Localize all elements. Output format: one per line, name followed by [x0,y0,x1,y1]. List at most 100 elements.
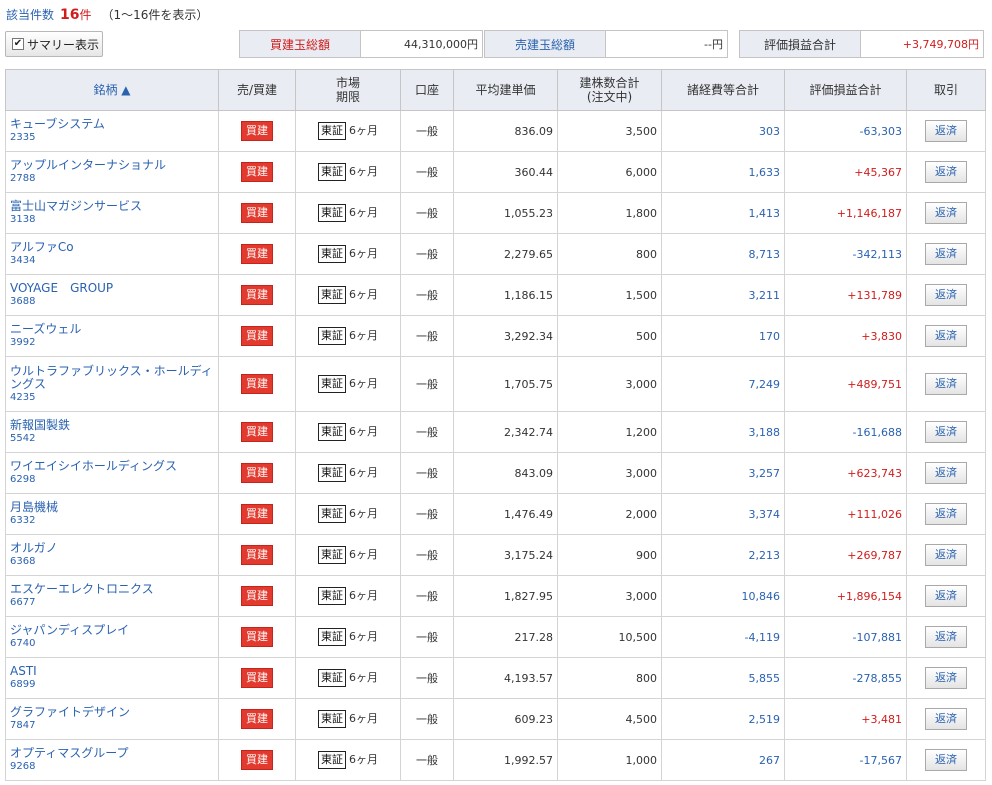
trade-cell: 返済 [906,575,986,617]
stock-cell: グラファイトデザイン 7847 [5,698,219,740]
trade-cell: 返済 [906,233,986,275]
fees-cell: 10,846 [661,575,785,617]
stock-name-link[interactable]: ニーズウェル [10,323,214,336]
stock-name-link[interactable]: ワイエイシイホールディングス [10,460,214,473]
col-header-fees: 諸経費等合計 [661,69,785,111]
table-row: ウルトラファブリックス・ホールディングス 4235 買建 東証 6ヶ月 一般 1,705.7… [5,356,986,412]
fees-cell: 3,257 [661,452,785,494]
stock-name-link[interactable]: VOYAGE GROUP [10,282,214,295]
period-text: 6ヶ月 [349,466,378,479]
stock-name-link[interactable]: ジャパンディスプレイ [10,624,214,637]
close-position-button[interactable]: 返済 [925,373,967,395]
close-position-button[interactable]: 返済 [925,421,967,443]
stock-name-link[interactable]: 新報国製鉄 [10,419,214,432]
side-cell: 買建 [218,233,296,275]
stock-name-link[interactable]: オプティマスグループ [10,747,214,760]
buy-badge: 買建 [241,285,273,305]
stock-name-link[interactable]: キューブシステム [10,118,214,131]
close-position-button[interactable]: 返済 [925,243,967,265]
fees-cell: 2,519 [661,698,785,740]
stock-name-link[interactable]: ウルトラファブリックス・ホールディングス [10,364,214,391]
avg-price-cell: 1,476.49 [453,493,558,535]
stock-cell: VOYAGE GROUP 3688 [5,274,219,316]
qty-cell: 1,200 [557,411,662,453]
close-position-button[interactable]: 返済 [925,585,967,607]
stock-code: 2335 [10,132,36,143]
buy-badge: 買建 [241,545,273,565]
close-position-button[interactable]: 返済 [925,325,967,347]
market-badge: 東証 [318,546,346,564]
market-badge: 東証 [318,423,346,441]
summary-toggle-button[interactable]: ✔ サマリー表示 [5,31,103,57]
side-cell: 買建 [218,534,296,576]
table-row: キューブシステム 2335 買建 東証 6ヶ月 一般 836.09 3,500 303 -63,3… [5,110,986,152]
market-badge: 東証 [318,375,346,393]
stock-name-link[interactable]: アップルインターナショナル [10,159,214,172]
close-position-button[interactable]: 返済 [925,626,967,648]
close-position-button[interactable]: 返済 [925,708,967,730]
table-row: ニーズウェル 3992 買建 東証 6ヶ月 一般 3,292.34 500 170 +3,830 返… [5,315,986,357]
market-cell: 東証 6ヶ月 [295,110,401,152]
stock-cell: オルガノ 6368 [5,534,219,576]
close-position-button[interactable]: 返済 [925,120,967,142]
stock-code: 2788 [10,173,36,184]
trade-cell: 返済 [906,493,986,535]
stock-name-link[interactable]: アルファCo [10,241,214,254]
side-cell: 買建 [218,110,296,152]
side-cell: 買建 [218,698,296,740]
close-position-button[interactable]: 返済 [925,161,967,183]
qty-cell: 800 [557,233,662,275]
stock-name-link[interactable]: 富士山マガジンサービス [10,200,214,213]
stock-name-link[interactable]: オルガノ [10,542,214,555]
close-position-button[interactable]: 返済 [925,503,967,525]
market-cell: 東証 6ヶ月 [295,356,401,412]
avg-price-cell: 2,279.65 [453,233,558,275]
close-position-button[interactable]: 返済 [925,749,967,771]
sell-total-value: --円 [606,31,727,57]
market-cell: 東証 6ヶ月 [295,534,401,576]
buy-badge: 買建 [241,586,273,606]
stock-name-link[interactable]: グラファイトデザイン [10,706,214,719]
close-position-button[interactable]: 返済 [925,284,967,306]
trade-cell: 返済 [906,356,986,412]
stock-code: 6332 [10,515,36,526]
table-row: ワイエイシイホールディングス 6298 買建 東証 6ヶ月 一般 843.09 3,000 3,… [5,452,986,494]
pl-cell: +1,896,154 [784,575,907,617]
side-cell: 買建 [218,151,296,193]
checkbox-checked-icon[interactable]: ✔ [12,38,24,50]
avg-price-cell: 1,992.57 [453,739,558,781]
market-cell: 東証 6ヶ月 [295,411,401,453]
table-header-row: 銘柄 ▲ 売/買建 市場 期限 口座 平均建単価 建株数合計 (注文中) 諸経費等合… [5,69,986,111]
account-cell: 一般 [400,315,454,357]
stock-cell: キューブシステム 2335 [5,110,219,152]
account-cell: 一般 [400,452,454,494]
close-position-button[interactable]: 返済 [925,544,967,566]
account-cell: 一般 [400,493,454,535]
buy-badge: 買建 [241,668,273,688]
buy-total-box: 買建玉総額 44,310,000円 [239,30,483,58]
close-position-button[interactable]: 返済 [925,667,967,689]
buy-badge: 買建 [241,121,273,141]
stock-cell: ニーズウェル 3992 [5,315,219,357]
market-badge: 東証 [318,204,346,222]
market-cell: 東証 6ヶ月 [295,192,401,234]
col-header-trade: 取引 [906,69,986,111]
close-position-button[interactable]: 返済 [925,462,967,484]
pl-cell: -63,303 [784,110,907,152]
close-position-button[interactable]: 返済 [925,202,967,224]
stock-name-link[interactable]: エスケーエレクトロニクス [10,583,214,596]
qty-cell: 1,800 [557,192,662,234]
col-header-name[interactable]: 銘柄 ▲ [5,69,219,111]
stock-name-link[interactable]: 月島機械 [10,501,214,514]
period-text: 6ヶ月 [349,329,378,342]
col-header-avg-price: 平均建単価 [453,69,558,111]
market-cell: 東証 6ヶ月 [295,657,401,699]
market-badge: 東証 [318,163,346,181]
stock-name-link[interactable]: ASTI [10,665,214,678]
pl-cell: +489,751 [784,356,907,412]
stock-code: 6298 [10,474,36,485]
buy-badge: 買建 [241,504,273,524]
qty-cell: 3,000 [557,356,662,412]
market-badge: 東証 [318,751,346,769]
result-count-label: 該当件数 [6,8,55,22]
